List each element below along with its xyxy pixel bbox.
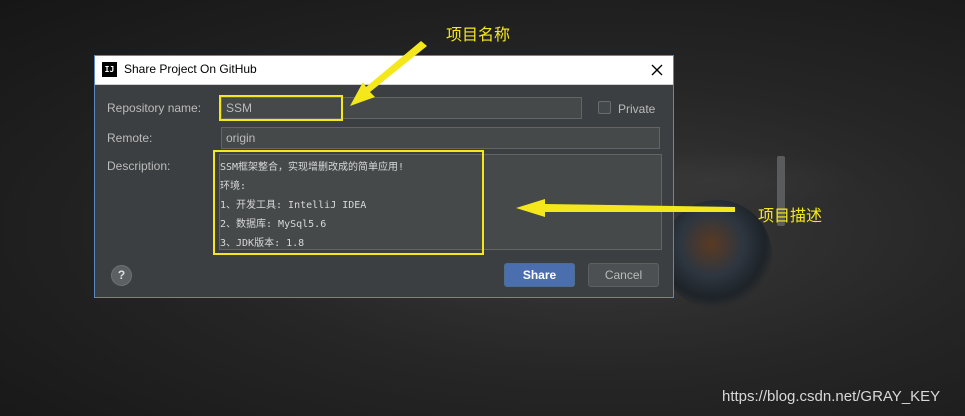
name-arrow: [350, 41, 427, 106]
project-name-annotation: 项目名称: [446, 25, 511, 44]
csdn-watermark: https://blog.csdn.net/GRAY_KEY: [722, 388, 941, 405]
project-description-annotation: 项目描述: [758, 206, 823, 225]
description-arrow: [516, 199, 735, 217]
